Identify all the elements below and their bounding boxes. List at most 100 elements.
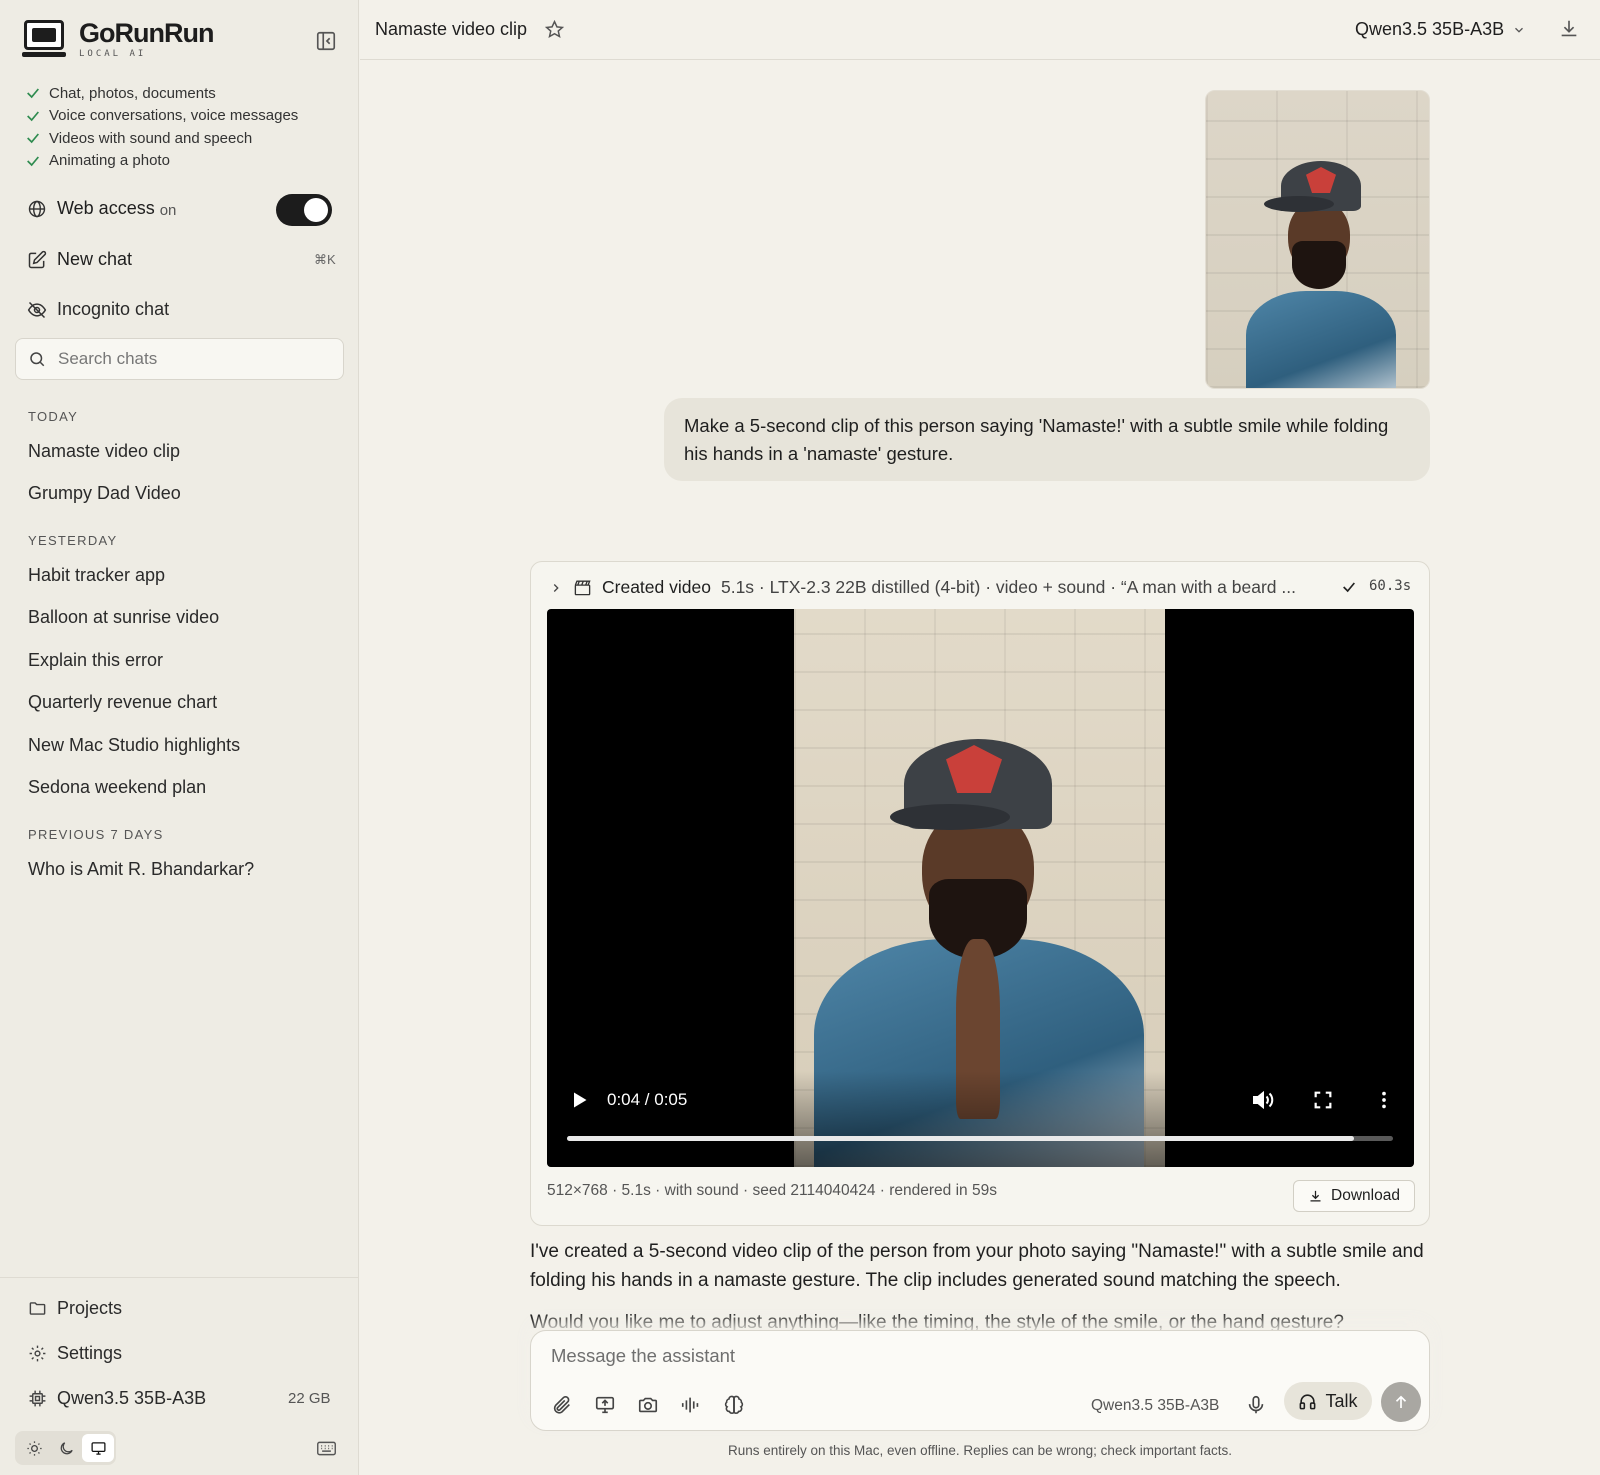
chat-item[interactable]: Habit tracker app (28, 565, 165, 586)
microphone-icon[interactable] (1245, 1394, 1267, 1416)
chat-item[interactable]: Grumpy Dad Video (28, 483, 181, 504)
chevron-right-icon (553, 583, 559, 592)
brain-icon[interactable] (723, 1394, 745, 1416)
talk-button[interactable]: Talk (1284, 1382, 1372, 1420)
download-label: Download (1331, 1187, 1400, 1204)
download-button[interactable]: Download (1293, 1180, 1415, 1212)
message-input[interactable] (551, 1345, 1411, 1375)
check-icon (27, 133, 39, 144)
feature-item: Videos with sound and speech (25, 127, 298, 150)
video-progress-bar[interactable] (567, 1136, 1393, 1141)
new-chat-button[interactable]: New chat (27, 249, 132, 270)
video-controls (547, 1071, 1414, 1167)
search-box (15, 338, 344, 380)
user-message: Make a 5-second clip of this person sayi… (664, 398, 1430, 481)
feature-list: Chat, photos, documents Voice conversati… (25, 82, 298, 172)
chat-title: Namaste video clip (375, 19, 528, 39)
chat-item[interactable]: Quarterly revenue chart (28, 692, 217, 713)
web-access-state: on (159, 201, 177, 219)
more-options-icon[interactable] (1373, 1089, 1395, 1111)
sidebar: GoRunRun LOCAL AI Chat, photos, document… (0, 0, 359, 1475)
incognito-label: Incognito chat (57, 299, 170, 319)
theme-switcher (15, 1431, 116, 1465)
arrow-up-icon (1395, 1395, 1407, 1408)
send-button[interactable] (1381, 1382, 1421, 1422)
fullscreen-icon[interactable] (1312, 1089, 1334, 1111)
sidebar-divider (0, 1277, 358, 1278)
model-label: Qwen3.5 35B-A3B (57, 1388, 207, 1408)
feature-label: Animating a photo (49, 152, 170, 170)
incognito-chat-button[interactable]: Incognito chat (27, 299, 169, 320)
headphones-icon (1300, 1393, 1316, 1409)
video-progress-fill (567, 1136, 1355, 1141)
logo-icon (22, 18, 66, 58)
assistant-paragraph: I've created a 5-second video clip of th… (530, 1241, 1424, 1291)
feature-item: Animating a photo (25, 150, 298, 173)
talk-label: Talk (1325, 1390, 1358, 1411)
chat-item[interactable]: Explain this error (28, 650, 163, 671)
settings-label: Settings (57, 1343, 123, 1363)
eye-off-icon (27, 301, 47, 318)
chat-item[interactable]: New Mac Studio highlights (28, 735, 240, 756)
video-time: 0:04 / 0:05 (607, 1090, 688, 1109)
paperclip-icon[interactable] (551, 1394, 573, 1416)
theme-light-button[interactable] (18, 1434, 50, 1462)
model-size: 22 GB (288, 1390, 331, 1407)
keyboard-icon[interactable] (316, 1438, 337, 1459)
clapperboard-icon (574, 580, 591, 596)
search-input[interactable] (58, 349, 328, 369)
feature-label: Videos with sound and speech (49, 129, 253, 147)
gear-icon (29, 1345, 46, 1362)
web-access-toggle[interactable] (276, 194, 332, 226)
sun-icon (26, 1440, 42, 1456)
download-icon (1310, 1190, 1321, 1201)
theme-system-button[interactable] (82, 1434, 114, 1462)
app-tagline: LOCAL AI (79, 49, 147, 59)
new-chat-shortcut: ⌘K (314, 252, 336, 267)
settings-button[interactable]: Settings (28, 1343, 122, 1364)
chip-icon (29, 1390, 46, 1407)
globe-icon (28, 200, 46, 217)
section-label-previous-7-days: PREVIOUS 7 DAYS (28, 827, 164, 842)
model-selector[interactable]: Qwen3.5 35B-A3B (1355, 19, 1526, 40)
audio-waveform-icon[interactable] (680, 1394, 702, 1416)
video-card-header[interactable]: Created video 5.1s · LTX-2.3 22B distill… (549, 577, 1409, 598)
feature-label: Voice conversations, voice messages (49, 107, 299, 125)
volume-icon[interactable] (1251, 1088, 1275, 1112)
chevron-down-icon (1515, 27, 1524, 33)
model-button[interactable]: Qwen3.5 35B-A3B (28, 1388, 206, 1409)
camera-icon[interactable] (637, 1394, 659, 1416)
user-attached-photo[interactable] (1205, 90, 1430, 389)
message-composer: Qwen3.5 35B-A3B Talk (530, 1330, 1430, 1431)
video-player[interactable]: 0:04 / 0:05 (547, 609, 1414, 1167)
chat-item[interactable]: Who is Amit R. Bhandarkar? (28, 859, 254, 880)
star-icon[interactable] (544, 19, 565, 40)
chat-item[interactable]: Balloon at sunrise video (28, 607, 219, 628)
chat-item[interactable]: Sedona weekend plan (28, 777, 206, 798)
monitor-icon (90, 1441, 106, 1455)
screen-share-icon[interactable] (594, 1394, 616, 1416)
chat-item[interactable]: Namaste video clip (28, 441, 180, 462)
search-icon (30, 352, 45, 367)
feature-label: Chat, photos, documents (49, 84, 216, 102)
section-label-yesterday: YESTERDAY (28, 533, 118, 548)
app-logo: GoRunRun LOCAL AI (22, 18, 214, 59)
play-icon[interactable] (569, 1089, 589, 1111)
composer-model-label[interactable]: Qwen3.5 35B-A3B (1091, 1397, 1219, 1415)
web-access-row: Web access on (27, 198, 176, 219)
section-label-today: TODAY (28, 409, 79, 424)
feature-item: Chat, photos, documents (25, 82, 298, 105)
feature-item: Voice conversations, voice messages (25, 105, 298, 128)
video-card-meta: 5.1s · LTX-2.3 22B distilled (4-bit) · v… (720, 577, 1296, 597)
check-icon (1343, 582, 1355, 593)
video-details: 512×768 · 5.1s · with sound · seed 21140… (547, 1182, 997, 1199)
check-icon (27, 88, 39, 99)
download-icon[interactable] (1558, 18, 1580, 40)
projects-button[interactable]: Projects (28, 1298, 122, 1319)
collapse-sidebar-icon[interactable] (315, 30, 337, 52)
moon-icon (60, 1441, 73, 1454)
edit-icon (28, 250, 47, 268)
app-name: GoRunRun (79, 18, 214, 48)
theme-dark-button[interactable] (50, 1434, 82, 1462)
web-access-label: Web access (57, 198, 155, 218)
